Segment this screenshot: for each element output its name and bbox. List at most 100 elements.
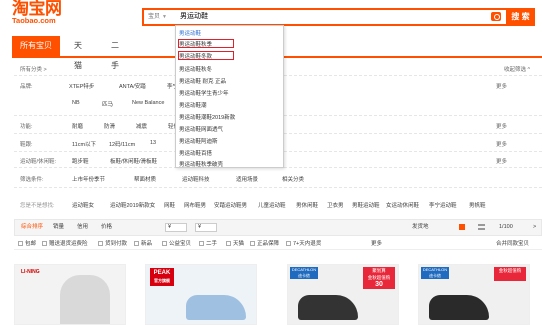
related-item[interactable]: 男帆鞋 (469, 201, 486, 209)
promo-text: 30 (375, 281, 383, 288)
more-button[interactable]: 更多 (496, 140, 507, 148)
suggestion-item[interactable]: 男运动鞋学生青少年 (179, 89, 229, 97)
tab-secondhand[interactable]: 二手 (111, 36, 119, 70)
ad-brand-badge: DECATHLON 迪卡侬 (421, 267, 449, 279)
tab-all[interactable]: 所有宝贝 (12, 36, 60, 56)
suggestion-item[interactable]: 男运动鞋秋季破壳 (179, 160, 223, 168)
price-from-input[interactable]: ¥ (165, 223, 187, 232)
related-item[interactable]: 网鞋 (164, 201, 175, 209)
checkbox-filter[interactable]: 新品 (134, 239, 152, 247)
product-image (60, 275, 110, 324)
style-item[interactable]: 跑步鞋 (72, 157, 89, 165)
style-item[interactable]: 板鞋/休闲鞋/滑板鞋 (110, 157, 157, 165)
camera-icon[interactable] (491, 12, 501, 21)
sort-price[interactable]: 价格 (101, 220, 112, 235)
checkbox-filter[interactable]: 货到付款 (98, 239, 127, 247)
sort-bar: 综合排序 销量 信用 价格 ¥ ¥ 发货地 1/100 > (14, 219, 542, 236)
price-to-input[interactable]: ¥ (195, 223, 217, 232)
function-item[interactable]: 防滑 (104, 122, 115, 130)
heel-label: 鞋跟: (20, 142, 33, 148)
suggestion-item[interactable]: 男运动鞋潮 (179, 101, 207, 109)
related-searches: 您是不是想找: 运动鞋女 运动鞋2019新款女 网鞋 网布鞋男 安踏运动鞋男 儿… (14, 196, 542, 212)
related-item[interactable]: 儿童运动鞋 (258, 201, 286, 209)
filter-conditions-label: 筛选条件: (20, 177, 44, 183)
list-view-icon[interactable] (478, 224, 485, 230)
related-item[interactable]: 运动鞋2019新款女 (110, 201, 155, 209)
related-item[interactable]: 男鞋运动鞋 (352, 201, 380, 209)
brand-item[interactable]: 匹马 (102, 100, 113, 108)
collapse-filters-button[interactable]: 收起筛选 ^ (504, 65, 530, 73)
grid-view-icon[interactable] (459, 224, 465, 230)
ad-brand-sub: 迪卡侬 (429, 273, 441, 278)
product-card[interactable]: DECATHLON 迪卡侬 聚划算 金秋超值购 30 (287, 264, 399, 325)
function-item[interactable]: 耐磨 (72, 122, 83, 130)
logo-en: Taobao.com (12, 16, 56, 25)
checkbox-label: 正品保障 (257, 241, 280, 247)
chevron-down-icon: ▼ (162, 14, 167, 20)
related-item[interactable]: 卫衣男 (327, 201, 344, 209)
checkbox-label: 二手 (206, 241, 218, 247)
filter-dropdown[interactable]: 相关分类 (282, 175, 304, 183)
suggestion-item[interactable]: 男运动鞋潮鞋2019新款 (179, 113, 235, 121)
product-card[interactable]: DECATHLON 迪卡侬 金秋超值购 (418, 264, 530, 325)
more-button[interactable]: 更多 (496, 157, 507, 165)
more-button[interactable]: 更多 (496, 122, 507, 130)
checkbox-filter[interactable]: 天猫 (226, 239, 244, 247)
checkbox-filter[interactable]: 公益宝贝 (162, 239, 191, 247)
checkbox-filter[interactable]: 包邮 (18, 239, 36, 247)
related-item[interactable]: 运动鞋女 (72, 201, 94, 209)
more-filters-button[interactable]: 更多 (371, 239, 382, 247)
related-label: 您是不是想找: (20, 203, 55, 209)
checkbox-label: 货到付款 (105, 241, 128, 247)
filter-dropdown[interactable]: 适用场景 (236, 175, 258, 183)
related-item[interactable]: 网布鞋男 (184, 201, 206, 209)
heel-item[interactable]: 11cm以下 (72, 140, 96, 148)
checkbox-filter[interactable]: 赠送退货运费险 (42, 239, 88, 247)
product-card[interactable]: LI-NING (14, 264, 126, 325)
related-item[interactable]: 女运动休闲鞋 (386, 201, 419, 209)
search-scope-label: 宝贝 (148, 14, 161, 20)
suggestion-item[interactable]: 男运动鞋冬款 (179, 52, 212, 60)
brand-item[interactable]: NB (72, 100, 80, 106)
product-card[interactable]: PEAK 官方旗舰 (145, 264, 257, 325)
more-button[interactable]: 更多 (496, 82, 507, 90)
filter-dropdown[interactable]: 运动鞋科技 (182, 175, 210, 183)
heel-item[interactable]: 12码/11cm (109, 140, 135, 148)
suggestion-item[interactable]: 男运动鞋秋季 (179, 40, 212, 48)
checkbox-filter[interactable]: 正品保障 (250, 239, 279, 247)
suggestion-item[interactable]: 男运动鞋阿迪斯 (179, 137, 218, 145)
sort-credit[interactable]: 信用 (77, 220, 88, 235)
heel-item[interactable]: 13 (150, 140, 156, 146)
taobao-logo[interactable]: 淘宝网 Taobao.com (12, 0, 70, 25)
related-item[interactable]: 李宁运动鞋 (429, 201, 457, 209)
brand-item[interactable]: New Balance (132, 100, 164, 106)
sort-sales[interactable]: 销量 (53, 220, 64, 235)
combine-same-button[interactable]: 合并同款宝贝 (496, 239, 529, 247)
ad-brand: DECATHLON (291, 267, 317, 272)
promo-badge: 聚划算 金秋超值购 30 (363, 267, 395, 289)
related-item[interactable]: 男休闲鞋 (296, 201, 318, 209)
promo-text: 金秋超值购 (367, 275, 391, 280)
brand-item[interactable]: ANTA/安踏 (119, 82, 146, 90)
breadcrumb[interactable]: 所有分类 > (20, 65, 47, 73)
checkbox-filter[interactable]: 二手 (199, 239, 217, 247)
filter-dropdown[interactable]: 帮面材质 (134, 175, 156, 183)
suggestion-item[interactable]: 男运动鞋百搭 (179, 149, 212, 157)
suggestion-item[interactable]: 男运动鞋 (179, 29, 201, 37)
checkbox-filter[interactable]: 7+天内退货 (286, 239, 321, 247)
tab-tmall[interactable]: 天猫 (74, 36, 82, 70)
suggestion-item[interactable]: 男运动鞋 耐克 正品 (179, 77, 226, 85)
ship-from-select[interactable]: 发货地 (412, 220, 429, 235)
function-item[interactable]: 减震 (136, 122, 147, 130)
brand-item[interactable]: XTEP特步 (69, 82, 94, 90)
next-page-button[interactable]: > (533, 220, 536, 235)
search-scope-select[interactable]: 宝贝 ▼ (144, 10, 177, 24)
filter-dropdown[interactable]: 上市年份季节 (72, 175, 105, 183)
search-input[interactable] (180, 10, 480, 24)
promo-text: 金秋超值购 (498, 268, 522, 273)
suggestion-item[interactable]: 男运动鞋网面透气 (179, 125, 223, 133)
search-button[interactable]: 搜 索 (506, 8, 535, 26)
related-item[interactable]: 安踏运动鞋男 (214, 201, 247, 209)
suggestion-item[interactable]: 男运动鞋秋冬 (179, 65, 212, 73)
sort-default[interactable]: 综合排序 (21, 220, 43, 235)
